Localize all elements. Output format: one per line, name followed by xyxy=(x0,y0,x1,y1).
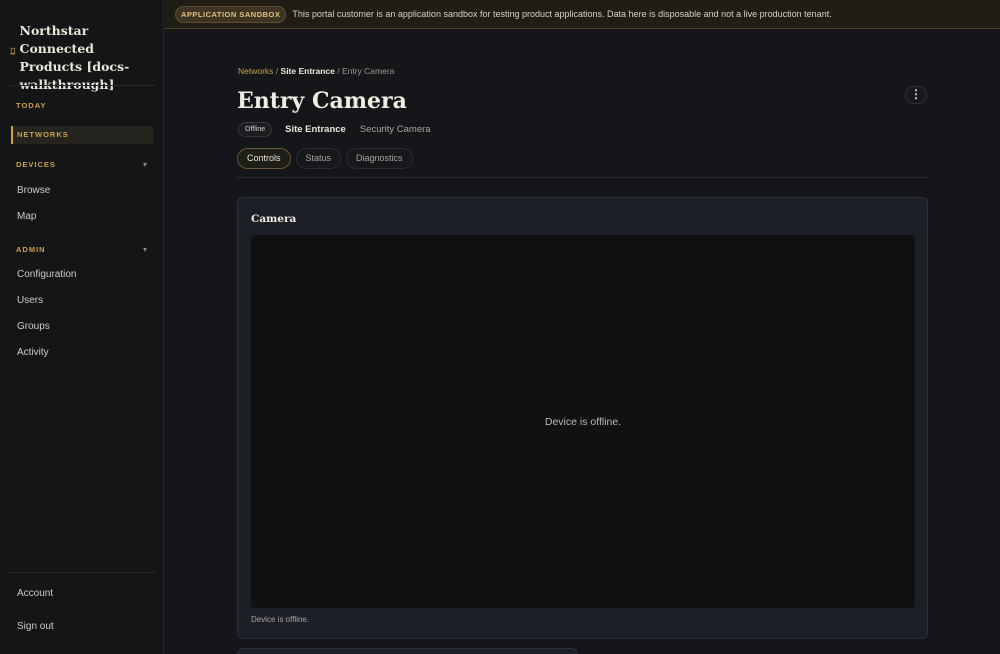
status-badge: Offline xyxy=(238,122,273,137)
more-options-button[interactable]: ⋮ xyxy=(905,86,927,104)
sandbox-banner: APPLICATION SANDBOX This portal customer… xyxy=(165,0,1000,29)
sidebar-item-groups[interactable]: Groups xyxy=(17,321,50,332)
breadcrumb: Networks / Site Entrance / Entry Camera xyxy=(238,66,394,76)
breadcrumb-separator: / xyxy=(334,66,342,76)
sidebar-item-map[interactable]: Map xyxy=(17,211,36,222)
tab-divider xyxy=(237,177,928,178)
sidebar-item-configuration[interactable]: Configuration xyxy=(17,269,76,280)
tab-status[interactable]: Status xyxy=(295,148,342,169)
sidebar-item-activity[interactable]: Activity xyxy=(17,347,49,358)
breadcrumb-networks-link[interactable]: Networks xyxy=(238,66,273,76)
card-title: Camera xyxy=(251,213,297,225)
sidebar-item-networks[interactable]: NETWORKS xyxy=(11,126,153,144)
camera-card: Camera Device is offline. Device is offl… xyxy=(237,197,928,639)
page-title: Entry Camera xyxy=(237,88,407,114)
sidebar-item-account[interactable]: Account xyxy=(17,588,53,599)
secondary-card xyxy=(237,648,578,654)
more-vertical-icon: ⋮ xyxy=(910,87,922,101)
chevron-down-icon[interactable]: ▾ xyxy=(143,160,147,169)
sidebar-section-devices[interactable]: DEVICES xyxy=(16,160,56,169)
brand[interactable]: Northstar Connected Products [docs-walkt… xyxy=(10,22,160,94)
sandbox-badge: APPLICATION SANDBOX xyxy=(175,5,287,23)
sidebar-item-users[interactable]: Users xyxy=(17,295,43,306)
sidebar-section-admin[interactable]: ADMIN xyxy=(16,245,46,254)
sidebar-divider xyxy=(10,572,156,573)
sidebar-section-today[interactable]: TODAY xyxy=(16,101,46,110)
device-type: Security Camera xyxy=(359,124,431,135)
card-caption: Device is offline. xyxy=(251,615,310,624)
device-location: Site Entrance xyxy=(285,124,346,135)
tab-bar: Controls Status Diagnostics xyxy=(237,148,418,169)
banner-message: This portal customer is an application s… xyxy=(292,9,832,19)
lamp-icon xyxy=(10,47,16,55)
sidebar-item-browse[interactable]: Browse xyxy=(17,185,50,196)
sidebar: Northstar Connected Products [docs-walkt… xyxy=(0,0,164,654)
sidebar-item-sign-out[interactable]: Sign out xyxy=(17,621,54,632)
breadcrumb-site-link[interactable]: Site Entrance xyxy=(281,66,335,76)
device-meta: Offline Site Entrance Security Camera xyxy=(238,122,431,137)
sidebar-divider xyxy=(10,85,156,86)
offline-message: Device is offline. xyxy=(544,415,622,428)
brand-title: Northstar Connected Products [docs-walkt… xyxy=(19,23,130,92)
tab-controls[interactable]: Controls xyxy=(237,148,291,169)
breadcrumb-current: Entry Camera xyxy=(341,66,395,76)
camera-feed: Device is offline. xyxy=(251,235,915,608)
chevron-down-icon[interactable]: ▾ xyxy=(143,245,147,254)
breadcrumb-separator: / xyxy=(273,66,281,76)
tab-diagnostics[interactable]: Diagnostics xyxy=(346,148,413,169)
